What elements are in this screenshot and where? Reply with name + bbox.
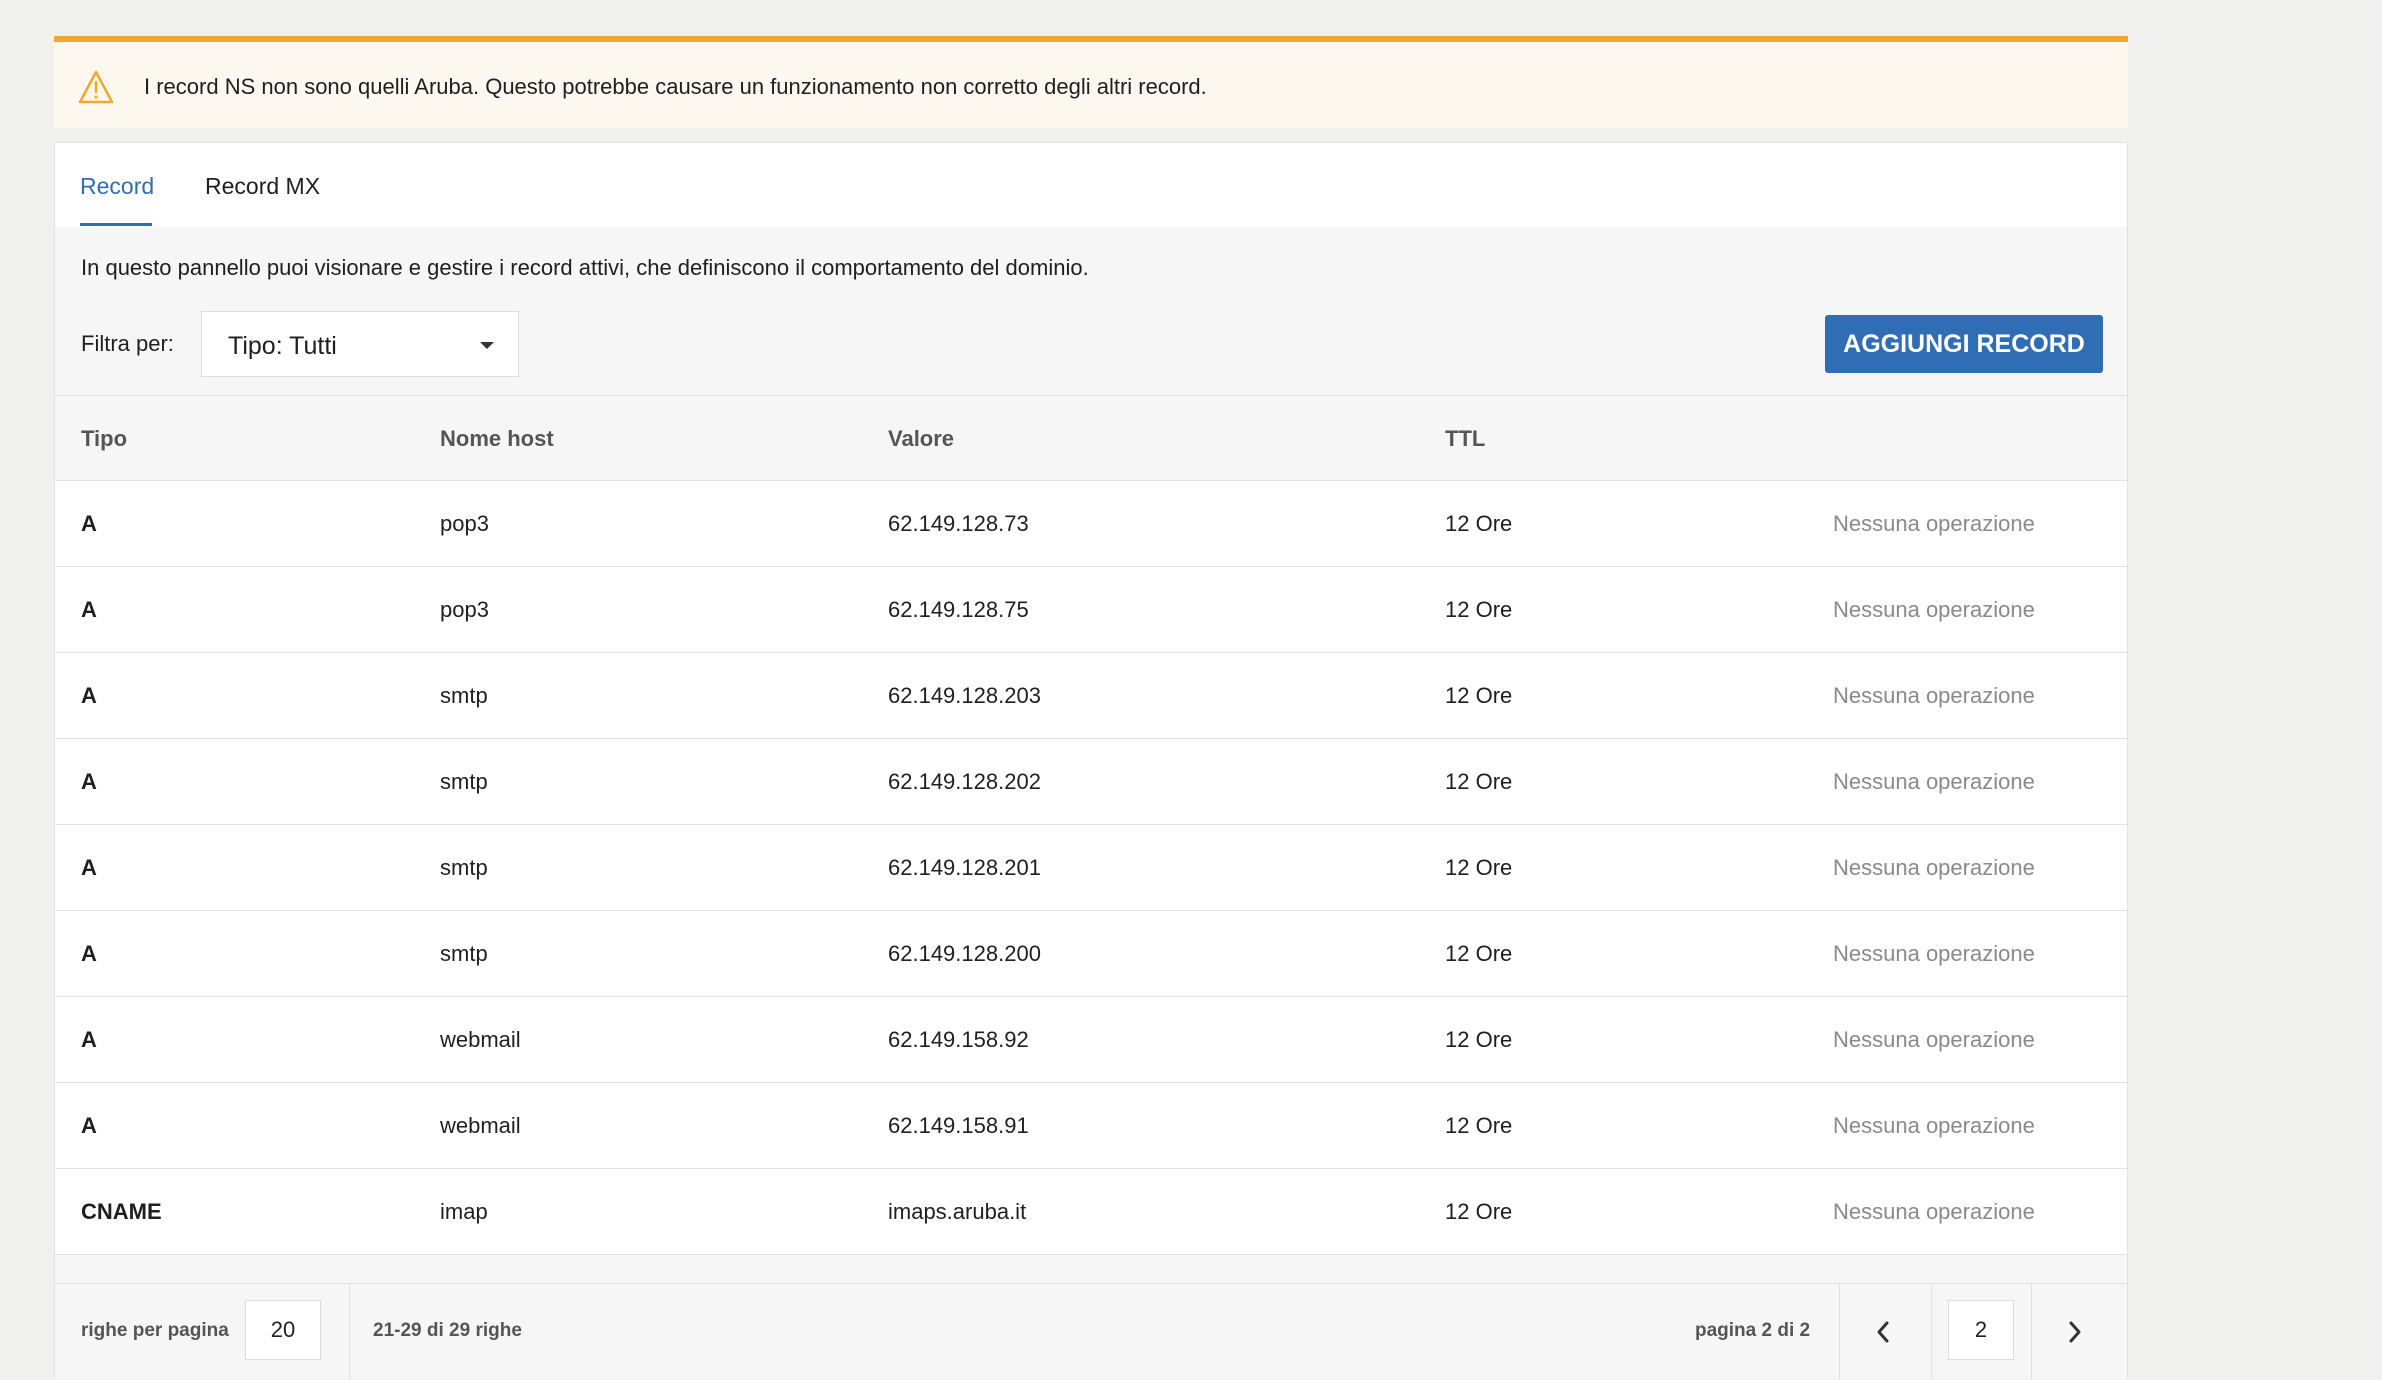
table-row: A pop3 62.149.128.73 12 Ore Nessuna oper… xyxy=(55,481,2127,567)
cell-type: A xyxy=(81,597,97,622)
cell-value: imaps.aruba.it xyxy=(888,1199,1027,1224)
cell-operation: Nessuna operazione xyxy=(1833,1199,2035,1224)
cell-ttl: 12 Ore xyxy=(1445,1113,1513,1138)
cell-type: A xyxy=(81,511,97,536)
cell-ttl: 12 Ore xyxy=(1445,1027,1513,1052)
cell-operation: Nessuna operazione xyxy=(1833,855,2035,880)
page-indicator: pagina 2 di 2 xyxy=(1695,1320,1811,1341)
table-row: A smtp 62.149.128.200 12 Ore Nessuna ope… xyxy=(55,911,2127,997)
cell-type: A xyxy=(81,683,97,708)
cell-host: smtp xyxy=(440,941,488,966)
cell-type: A xyxy=(81,941,97,966)
records-card: Record Record MX In questo pannello puoi… xyxy=(54,142,2128,1380)
table-row: A smtp 62.149.128.202 12 Ore Nessuna ope… xyxy=(55,739,2127,825)
pagination-divider xyxy=(1839,1284,1840,1380)
cell-value: 62.149.128.203 xyxy=(888,683,1041,708)
records-table: Tipo Nome host Valore TTL A pop3 62.149.… xyxy=(55,395,2127,1255)
cell-host: pop3 xyxy=(440,511,489,536)
cell-operation: Nessuna operazione xyxy=(1833,683,2035,708)
header-nome-host[interactable]: Nome host xyxy=(440,426,554,452)
cell-type: A xyxy=(81,855,97,880)
warning-text: I record NS non sono quelli Aruba. Quest… xyxy=(144,74,1207,99)
pagination-bar: righe per pagina 20 21-29 di 29 righe pa… xyxy=(55,1283,2127,1380)
pagination-divider xyxy=(2031,1284,2032,1380)
previous-page-button[interactable] xyxy=(1841,1284,1929,1380)
rows-per-page-label: righe per pagina xyxy=(81,1320,229,1341)
cell-host: smtp xyxy=(440,683,488,708)
panel-description: In questo pannello puoi visionare e gest… xyxy=(81,255,1089,280)
cell-ttl: 12 Ore xyxy=(1445,941,1513,966)
cell-operation: Nessuna operazione xyxy=(1833,941,2035,966)
cell-host: pop3 xyxy=(440,597,489,622)
cell-operation: Nessuna operazione xyxy=(1833,769,2035,794)
table-row: A smtp 62.149.128.201 12 Ore Nessuna ope… xyxy=(55,825,2127,911)
table-row: A webmail 62.149.158.92 12 Ore Nessuna o… xyxy=(55,997,2127,1083)
add-record-button[interactable]: AGGIUNGI RECORD xyxy=(1825,315,2103,373)
cell-value: 62.149.128.75 xyxy=(888,597,1029,622)
header-ttl[interactable]: TTL xyxy=(1445,426,1485,452)
cell-host: webmail xyxy=(440,1027,521,1052)
current-page-input[interactable]: 2 xyxy=(1948,1300,2014,1360)
cell-value: 62.149.128.202 xyxy=(888,769,1041,794)
cell-type: A xyxy=(81,1027,97,1052)
caret-down-icon xyxy=(480,342,494,349)
cell-type: A xyxy=(81,769,97,794)
cell-value: 62.149.128.201 xyxy=(888,855,1041,880)
filter-label: Filtra per: xyxy=(81,331,174,356)
chevron-left-icon xyxy=(1877,1321,1889,1343)
cell-ttl: 12 Ore xyxy=(1445,769,1513,794)
cell-operation: Nessuna operazione xyxy=(1833,597,2035,622)
table-row: A smtp 62.149.128.203 12 Ore Nessuna ope… xyxy=(55,653,2127,739)
header-tipo[interactable]: Tipo xyxy=(81,426,127,452)
tab-record[interactable]: Record xyxy=(80,173,154,200)
cell-host: smtp xyxy=(440,769,488,794)
cell-ttl: 12 Ore xyxy=(1445,1199,1513,1224)
cell-value: 62.149.128.73 xyxy=(888,511,1029,536)
cell-type: CNAME xyxy=(81,1199,162,1224)
table-row: CNAME imap imaps.aruba.it 12 Ore Nessuna… xyxy=(55,1169,2127,1255)
rows-range-text: 21-29 di 29 righe xyxy=(373,1320,522,1341)
active-tab-indicator xyxy=(80,223,152,226)
table-header: Tipo Nome host Valore TTL xyxy=(55,395,2127,481)
table-row: A pop3 62.149.128.75 12 Ore Nessuna oper… xyxy=(55,567,2127,653)
filter-selected-value: Tipo: Tutti xyxy=(228,332,337,360)
cell-host: smtp xyxy=(440,855,488,880)
cell-value: 62.149.158.92 xyxy=(888,1027,1029,1052)
table-body: A pop3 62.149.128.73 12 Ore Nessuna oper… xyxy=(55,481,2127,1255)
cell-type: A xyxy=(81,1113,97,1138)
cell-ttl: 12 Ore xyxy=(1445,511,1513,536)
tab-bar: Record Record MX xyxy=(55,143,2127,227)
cell-operation: Nessuna operazione xyxy=(1833,1113,2035,1138)
cell-ttl: 12 Ore xyxy=(1445,855,1513,880)
type-filter-select[interactable]: Tipo: Tutti xyxy=(201,311,519,377)
table-row: A webmail 62.149.158.91 12 Ore Nessuna o… xyxy=(55,1083,2127,1169)
cell-value: 62.149.128.200 xyxy=(888,941,1041,966)
pagination-divider xyxy=(1931,1284,1932,1380)
cell-operation: Nessuna operazione xyxy=(1833,511,2035,536)
cell-ttl: 12 Ore xyxy=(1445,597,1513,622)
rows-per-page-input[interactable]: 20 xyxy=(245,1300,321,1360)
pagination-divider xyxy=(349,1284,350,1380)
tab-record-mx[interactable]: Record MX xyxy=(205,173,320,200)
cell-host: webmail xyxy=(440,1113,521,1138)
cell-operation: Nessuna operazione xyxy=(1833,1027,2035,1052)
cell-ttl: 12 Ore xyxy=(1445,683,1513,708)
warning-triangle-icon xyxy=(78,70,114,104)
chevron-right-icon xyxy=(2069,1321,2081,1343)
ns-warning-banner: I record NS non sono quelli Aruba. Quest… xyxy=(54,36,2128,128)
cell-value: 62.149.158.91 xyxy=(888,1113,1029,1138)
next-page-button[interactable] xyxy=(2033,1284,2121,1380)
cell-host: imap xyxy=(440,1199,488,1224)
header-valore[interactable]: Valore xyxy=(888,426,954,452)
